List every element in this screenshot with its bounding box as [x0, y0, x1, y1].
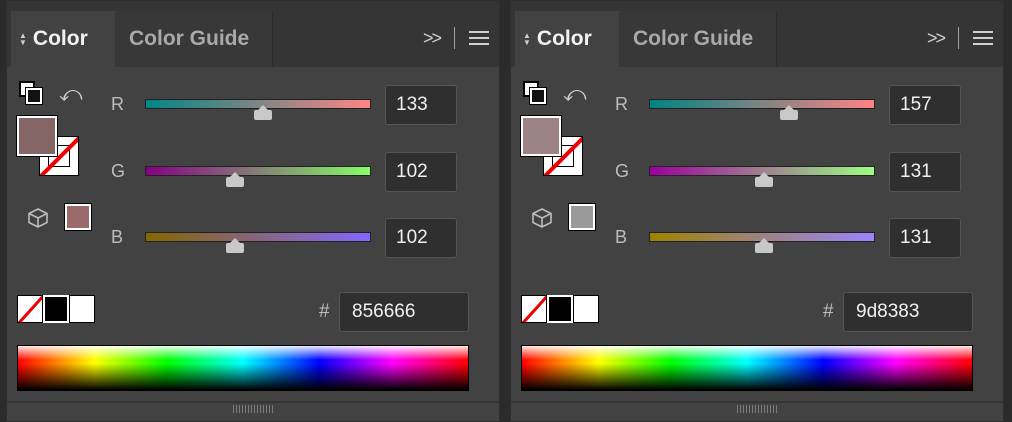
swap-fill-stroke-icon[interactable]: ⤺	[563, 81, 587, 107]
channel-label: G	[615, 161, 630, 181]
fill-color-swatch[interactable]	[520, 115, 562, 157]
panel-tab-bar: ▲ ▼ Color Color Guide >>	[511, 1, 1003, 67]
expand-panel-icon[interactable]: >>	[423, 28, 442, 49]
resize-grip-icon[interactable]	[233, 405, 275, 413]
tab-color[interactable]: ▲ ▼ Color	[515, 11, 619, 67]
channel-label: B	[111, 227, 124, 247]
none-swatch[interactable]	[521, 295, 547, 323]
black-swatch[interactable]	[43, 295, 69, 323]
channel-value-field[interactable]: 157	[889, 85, 961, 125]
web-safe-color-swatch[interactable]	[64, 203, 92, 231]
channel-value-field[interactable]: 102	[385, 218, 457, 258]
hex-input[interactable]: 856666	[339, 292, 469, 332]
panel-tools: >>	[423, 27, 489, 49]
panel-tools: >>	[927, 27, 993, 49]
hex-input[interactable]: 9d8383	[843, 292, 973, 332]
expand-panel-icon[interactable]: >>	[927, 28, 946, 49]
channel-slider[interactable]	[649, 99, 875, 109]
out-of-web-gamut-icon	[28, 208, 48, 228]
tab-color-guide-label: Color Guide	[633, 27, 754, 50]
hex-hash-label: #	[823, 301, 834, 322]
tab-color-label: Color	[32, 27, 88, 50]
tools-divider	[454, 27, 455, 49]
channel-label: B	[615, 227, 628, 247]
white-swatch[interactable]	[69, 295, 95, 323]
channel-value-field[interactable]: 131	[889, 152, 961, 192]
collapse-arrows-icon[interactable]: ▲ ▼	[19, 32, 27, 47]
collapse-arrows-icon[interactable]: ▲ ▼	[523, 32, 531, 47]
fill-stroke-widget	[520, 115, 583, 178]
out-of-web-gamut-icon	[532, 208, 552, 228]
color-spectrum[interactable]	[521, 345, 973, 391]
tab-color[interactable]: ▲ ▼ Color	[11, 11, 115, 67]
tab-color-guide-label: Color Guide	[129, 27, 250, 50]
channel-label: R	[615, 94, 628, 114]
panel-menu-icon[interactable]	[469, 31, 489, 45]
channel-value-field[interactable]: 102	[385, 152, 457, 192]
panel-tab-bar: ▲ ▼ Color Color Guide >>	[7, 1, 499, 67]
fill-stroke-widget	[16, 115, 79, 178]
swap-fill-stroke-icon[interactable]: ⤺	[59, 81, 83, 107]
default-fill-stroke-icon[interactable]	[523, 81, 547, 105]
channel-slider[interactable]	[145, 166, 371, 176]
black-swatch[interactable]	[547, 295, 573, 323]
web-safe-color-swatch[interactable]	[568, 203, 596, 231]
fill-color-swatch[interactable]	[16, 115, 58, 157]
tab-color-guide[interactable]: Color Guide	[115, 11, 273, 67]
resize-grip-icon[interactable]	[737, 405, 779, 413]
channel-label: R	[111, 94, 124, 114]
default-fill-stroke-icon[interactable]	[19, 81, 43, 105]
panel-bottom-bar	[7, 401, 499, 403]
panel-bottom-bar	[511, 401, 1003, 403]
tools-divider	[958, 27, 959, 49]
white-swatch[interactable]	[573, 295, 599, 323]
none-swatch[interactable]	[17, 295, 43, 323]
tab-color-guide[interactable]: Color Guide	[619, 11, 777, 67]
hex-hash-label: #	[319, 301, 330, 322]
panel-menu-icon[interactable]	[973, 31, 993, 45]
channel-value-field[interactable]: 133	[385, 85, 457, 125]
color-panel-right: ▲ ▼ Color Color Guide >> ⤺ R 157 G 131 B …	[510, 0, 1004, 422]
color-spectrum[interactable]	[17, 345, 469, 391]
channel-slider[interactable]	[145, 232, 371, 242]
channel-value-field[interactable]: 131	[889, 218, 961, 258]
channel-label: G	[111, 161, 126, 181]
color-panel-left: ▲ ▼ Color Color Guide >> ⤺ R 133 G 102 B …	[6, 0, 500, 422]
tab-color-label: Color	[536, 27, 592, 50]
